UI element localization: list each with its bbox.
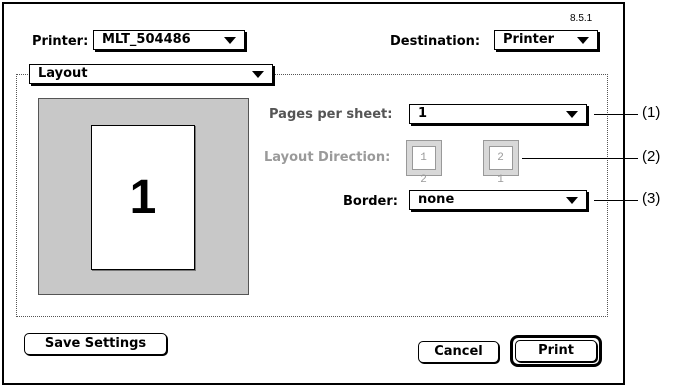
chevron-down-icon: [252, 71, 264, 78]
right-to-left-icon: 2 1: [489, 146, 513, 186]
direction-left-to-right-button[interactable]: 1 2: [406, 140, 442, 186]
destination-select-value: Printer: [503, 32, 555, 47]
border-label: Border:: [343, 194, 398, 209]
panel-select[interactable]: Layout: [29, 64, 273, 84]
preview-page-number: 1: [129, 171, 157, 224]
chevron-down-icon: [566, 197, 578, 204]
callout-line-2: [522, 158, 638, 159]
version-label: 8.5.1: [570, 13, 593, 24]
preview-page: 1: [91, 125, 195, 270]
callout-2: (2): [642, 148, 661, 165]
printer-label: Printer:: [32, 34, 89, 49]
callout-line-1: [594, 114, 638, 115]
chevron-down-icon: [224, 37, 236, 44]
cancel-button[interactable]: Cancel: [418, 341, 499, 363]
destination-label: Destination:: [390, 34, 481, 49]
callout-line-3: [594, 200, 638, 201]
direction-right-to-left-button[interactable]: 2 1: [483, 140, 519, 186]
border-select[interactable]: none: [409, 190, 587, 210]
panel-select-value: Layout: [38, 66, 88, 81]
callout-3: (3): [642, 190, 661, 207]
layout-preview: 1: [38, 98, 249, 295]
destination-select[interactable]: Printer: [494, 30, 598, 50]
callout-1: (1): [642, 104, 661, 121]
left-to-right-icon: 1 2: [412, 146, 436, 186]
printer-select[interactable]: MLT_504486: [93, 30, 245, 50]
chevron-down-icon: [566, 111, 578, 118]
print-button[interactable]: Print: [515, 340, 597, 362]
pages-per-sheet-select[interactable]: 1: [409, 104, 587, 124]
pages-per-sheet-label: Pages per sheet:: [269, 107, 393, 122]
pages-per-sheet-value: 1: [418, 106, 428, 121]
save-settings-button[interactable]: Save Settings: [24, 333, 167, 355]
border-select-value: none: [418, 192, 455, 207]
printer-select-value: MLT_504486: [102, 32, 191, 47]
chevron-down-icon: [577, 37, 589, 44]
layout-direction-label: Layout Direction:: [264, 150, 391, 165]
